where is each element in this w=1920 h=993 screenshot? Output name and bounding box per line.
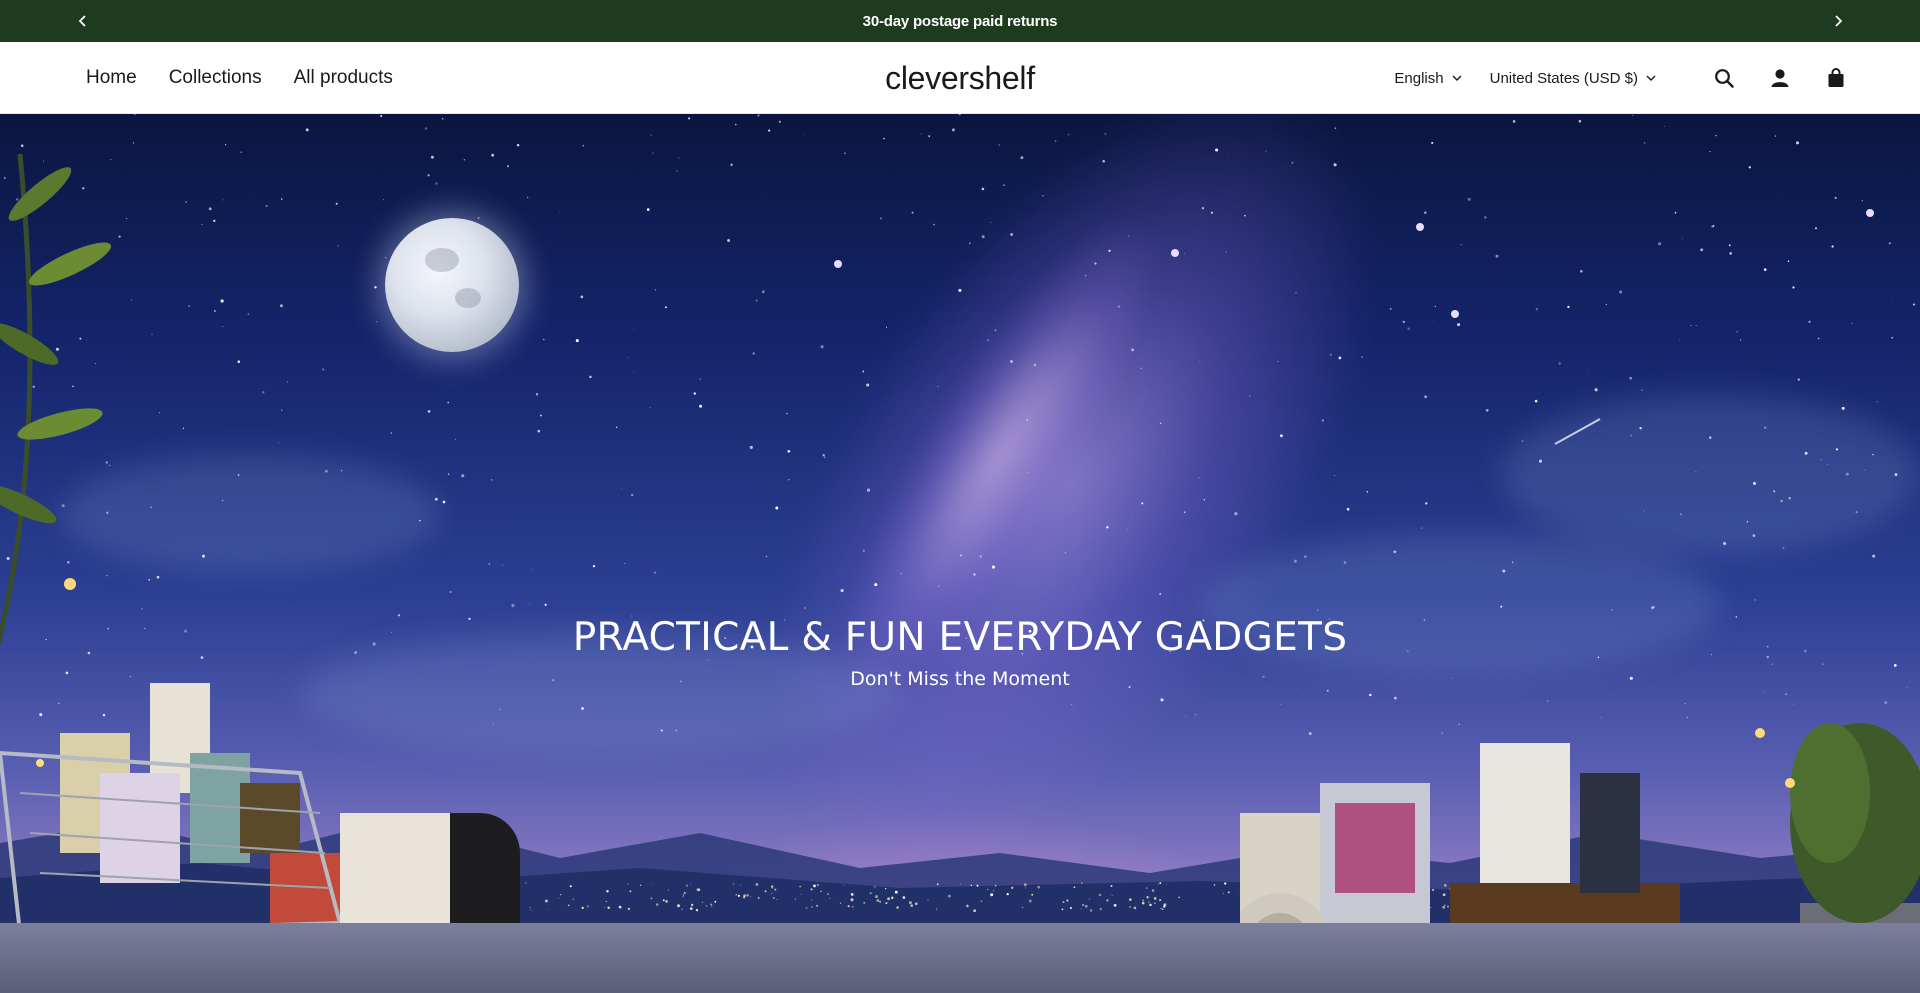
chevron-left-icon — [78, 15, 86, 27]
country-selector[interactable]: United States (USD $) — [1490, 70, 1656, 87]
product-box-image — [340, 813, 450, 923]
moon-image — [385, 218, 519, 352]
chevron-right-icon — [1835, 15, 1843, 27]
language-label: English — [1394, 69, 1444, 87]
deck-floor — [0, 923, 1920, 993]
chevron-down-icon — [1452, 75, 1462, 81]
search-icon — [1715, 69, 1734, 88]
cloud — [1500, 394, 1920, 554]
search-button[interactable] — [1712, 66, 1736, 90]
account-button[interactable] — [1768, 66, 1792, 90]
language-selector[interactable]: English — [1394, 69, 1462, 87]
plant-left-image — [0, 153, 112, 647]
hero-subtitle: Don't Miss the Moment — [850, 668, 1070, 690]
announcement-next-button[interactable] — [1817, 0, 1859, 42]
nav-home-link[interactable]: Home — [86, 67, 137, 89]
nav-all-products-link[interactable]: All products — [294, 67, 393, 89]
store-logo[interactable]: clevershelf — [885, 60, 1035, 97]
country-label: United States (USD $) — [1489, 69, 1638, 87]
cart-icon — [1828, 68, 1844, 87]
nav-collections-link[interactable]: Collections — [169, 67, 262, 89]
announcement-text: 30-day postage paid returns — [862, 12, 1058, 30]
hero-text-block: PRACTICAL & FUN EVERYDAY GADGETS Don't M… — [0, 614, 1920, 690]
hero-title: PRACTICAL & FUN EVERYDAY GADGETS — [572, 615, 1348, 660]
chevron-down-icon — [1646, 75, 1656, 81]
site-header: Home Collections All products clevershel… — [0, 42, 1920, 114]
announcement-bar: 30-day postage paid returns — [0, 0, 1920, 42]
account-icon — [1771, 69, 1789, 87]
hero-banner[interactable]: PRACTICAL & FUN EVERYDAY GADGETS Don't M… — [0, 114, 1920, 993]
announcement-prev-button[interactable] — [62, 0, 104, 42]
header-actions: English United States (USD $) — [1394, 42, 1848, 114]
main-nav: Home Collections All products — [86, 42, 393, 114]
cart-button[interactable] — [1824, 66, 1848, 90]
